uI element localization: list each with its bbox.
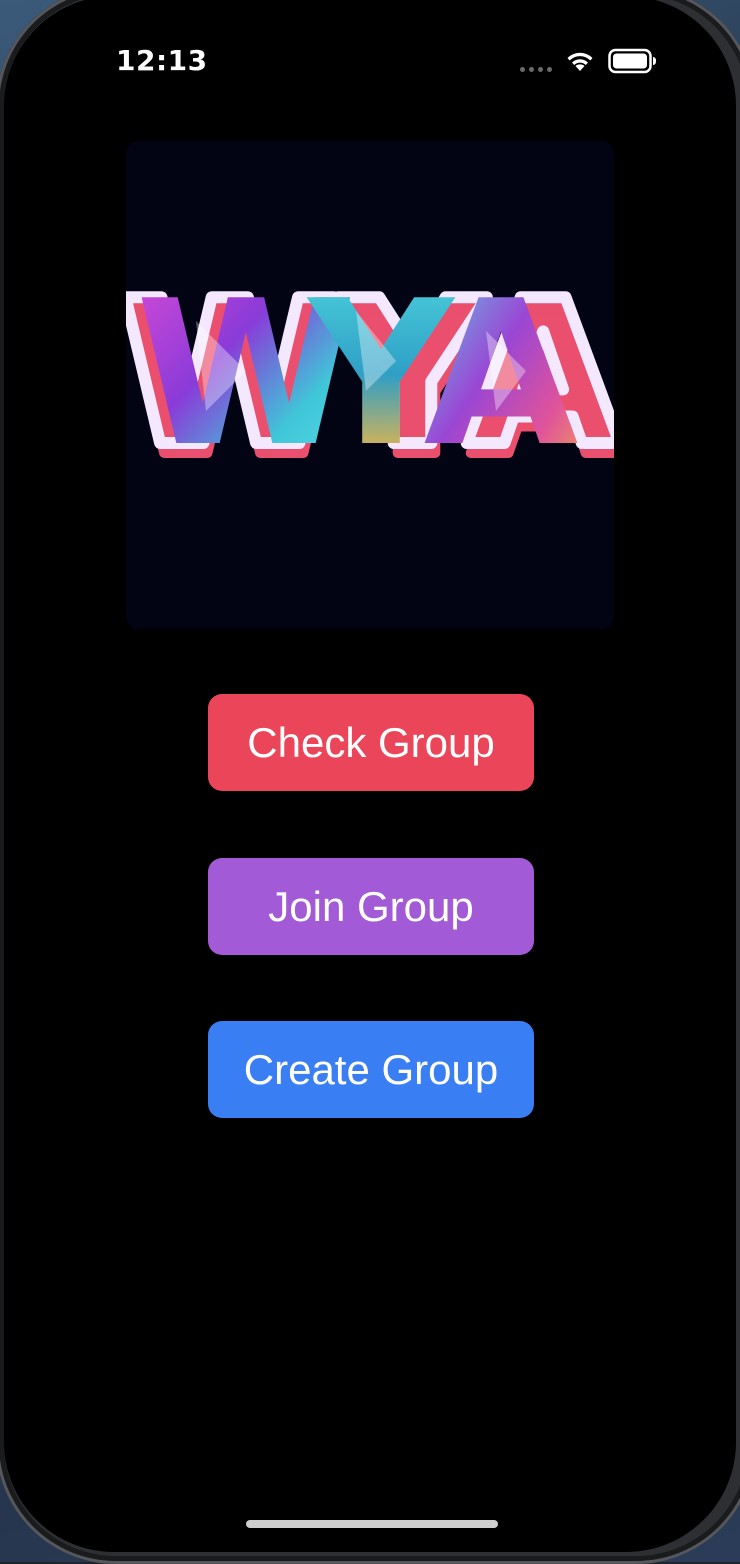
create-group-button[interactable]: Create Group	[208, 1021, 534, 1118]
wya-logo-art: WYA WYA W Y A	[113, 252, 629, 506]
join-group-label: Join Group	[268, 882, 474, 930]
check-group-label: Check Group	[247, 718, 495, 766]
wya-logo: WYA WYA W Y A	[113, 141, 630, 629]
battery-icon	[608, 48, 656, 74]
phone-screen: 12:13 WYA WYA W Check Group Join Group C…	[4, 0, 736, 1552]
home-indicator[interactable]	[246, 1520, 498, 1528]
wifi-icon	[567, 52, 593, 71]
check-group-button[interactable]: Check Group	[208, 694, 534, 791]
create-group-label: Create Group	[243, 1045, 499, 1093]
signal-dots-icon	[520, 50, 552, 72]
status-icons	[520, 48, 658, 74]
status-time: 12:13	[116, 44, 208, 77]
join-group-button[interactable]: Join Group	[208, 858, 534, 955]
